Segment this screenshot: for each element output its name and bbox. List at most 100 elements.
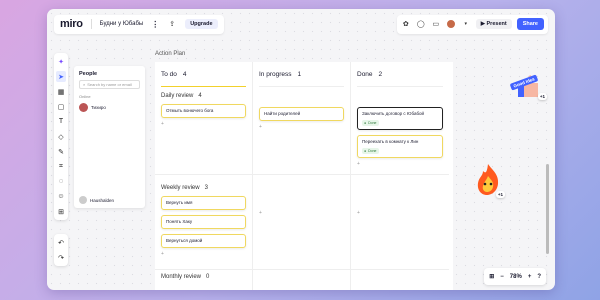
row-count: 4	[198, 93, 202, 99]
tag-label: Done	[368, 121, 377, 125]
add-card-icon[interactable]: +	[161, 121, 246, 127]
column-label: Done	[357, 70, 373, 78]
current-user-name: Haushalden	[90, 197, 115, 203]
fire-sticker[interactable]: +1	[473, 162, 505, 198]
row-divider	[155, 174, 252, 175]
zoom-controls: ⊞ − 78% + ?	[484, 268, 546, 285]
left-toolbar: ✦ ➤ ▦ ▢ T ◇ ✎ ⌗ ◌ ☺ ⊞	[54, 53, 68, 220]
row-header-weekly: Weekly review 3	[161, 185, 246, 191]
chat-icon[interactable]: ◯	[416, 19, 426, 29]
video-call-icon[interactable]: ▭	[431, 19, 441, 29]
avatar	[79, 196, 87, 204]
column-count: 4	[182, 70, 187, 78]
column-label: To do	[161, 70, 177, 78]
people-title: People	[79, 71, 98, 77]
zoom-in-icon[interactable]: +	[528, 274, 532, 280]
user-avatar[interactable]	[445, 19, 456, 29]
minimap-icon[interactable]: ⊞	[489, 273, 494, 280]
add-card-icon[interactable]: +	[357, 210, 360, 216]
help-icon[interactable]: ?	[537, 274, 541, 280]
search-placeholder: Search by name or email	[87, 82, 132, 87]
templates-icon[interactable]: ▦	[56, 86, 66, 97]
row-divider	[253, 269, 350, 270]
card[interactable]: Переехать в комнату к Лин ● Done	[357, 135, 443, 158]
board-header: miro Будни у Юбабы ⋮ ⇪ Upgrade	[54, 14, 224, 34]
reaction-count-badge: +1	[495, 191, 505, 198]
card[interactable]: Заключить договор с Юбабой ● Done	[357, 107, 443, 130]
column-header[interactable]: In progress 1	[259, 62, 344, 87]
upgrade-button[interactable]: Upgrade	[185, 19, 218, 29]
zoom-level[interactable]: 78%	[510, 274, 522, 280]
reactions-icon[interactable]: ✿	[401, 19, 411, 29]
search-icon: ⌕	[83, 82, 86, 87]
miro-logo[interactable]: miro	[60, 18, 83, 30]
row-count: 3	[204, 185, 208, 191]
add-card-icon[interactable]: +	[357, 161, 443, 167]
board-title: Action Plan	[155, 51, 186, 57]
card[interactable]: Вернуть имя	[161, 196, 246, 210]
current-user[interactable]: Haushalden	[79, 196, 114, 204]
status-badge: ● Done	[362, 120, 379, 126]
add-card-icon[interactable]: +	[259, 210, 262, 216]
people-search-input[interactable]: ⌕ Search by name or email	[79, 80, 140, 89]
redo-icon[interactable]: ↷	[56, 252, 66, 263]
row-divider	[351, 269, 449, 270]
card[interactable]: Понять Хаку	[161, 215, 246, 229]
card-text: Переехать в комнату к Лин	[362, 139, 419, 144]
row-label: Weekly review	[161, 185, 200, 191]
card[interactable]: Вернуться домой	[161, 234, 246, 248]
add-card-icon[interactable]: +	[161, 251, 246, 257]
column-header[interactable]: Done 2	[357, 62, 443, 87]
frame-icon[interactable]: ⌗	[56, 161, 66, 172]
present-button[interactable]: ▶ Present	[475, 19, 512, 29]
person-name: Тихиро	[91, 105, 106, 110]
magic-icon[interactable]: ✦	[56, 56, 66, 67]
undo-icon[interactable]: ↶	[56, 237, 66, 248]
column-in-progress: In progress 1 Найти родителей + +	[253, 62, 351, 290]
row-header-daily: Daily review 4	[161, 93, 246, 99]
check-icon: ●	[364, 121, 367, 125]
divider	[90, 19, 92, 29]
pen-icon[interactable]: ✎	[56, 146, 66, 157]
more-options-icon[interactable]: ⋮	[151, 20, 159, 29]
avatar	[79, 103, 88, 112]
board-name[interactable]: Будни у Юбабы	[100, 21, 144, 27]
row-divider	[253, 174, 350, 175]
row-label: Daily review	[161, 93, 194, 99]
miro-app-window: miro Будни у Юбабы ⋮ ⇪ Upgrade ✿ ◯ ▭ ▾ ▶…	[47, 9, 555, 290]
export-icon[interactable]: ⇪	[167, 19, 177, 29]
sticky-note-icon[interactable]: ▢	[56, 101, 66, 112]
row-divider	[155, 269, 252, 270]
vertical-scrollbar[interactable]	[546, 164, 549, 254]
column-count: 1	[297, 70, 302, 78]
select-tool-icon[interactable]: ➤	[56, 71, 66, 82]
chevron-down-icon[interactable]: ▾	[461, 19, 471, 29]
top-bar: miro Будни у Юбабы ⋮ ⇪ Upgrade ✿ ◯ ▭ ▾ ▶…	[47, 9, 555, 39]
tag-label: Done	[368, 149, 377, 153]
add-card-icon[interactable]: +	[259, 124, 344, 130]
comment-icon[interactable]: ◌	[56, 176, 66, 187]
card[interactable]: Найти родителей	[259, 107, 344, 121]
text-tool-icon[interactable]: T	[56, 116, 66, 127]
row-count: 0	[206, 274, 210, 280]
column-header[interactable]: To do 4	[161, 62, 246, 87]
reaction-count-badge: +1	[537, 93, 547, 100]
column-label: In progress	[259, 70, 292, 78]
online-person[interactable]: Тихиро	[79, 103, 140, 112]
people-panel: People ⌕ Search by name or email Online …	[74, 66, 145, 208]
add-more-icon[interactable]: ⊞	[56, 206, 66, 217]
undo-redo-bar: ↶ ↷	[54, 234, 68, 266]
good-idea-sticker[interactable]: Good Idea +1	[509, 71, 547, 101]
row-header-monthly: Monthly review 0	[161, 274, 246, 280]
weekly-section: Weekly review 3 Вернуть имя Понять Хаку …	[161, 179, 246, 257]
emoji-icon[interactable]: ☺	[56, 191, 66, 202]
kanban-board: To do 4 Daily review 4 Отмыть вонючего б…	[155, 62, 453, 290]
shapes-icon[interactable]: ◇	[56, 131, 66, 142]
card-text: Заключить договор с Юбабой	[362, 111, 425, 116]
check-icon: ●	[364, 149, 367, 153]
card[interactable]: Отмыть вонючего бога	[161, 104, 246, 118]
online-label: Online	[79, 94, 91, 99]
monthly-section: Monthly review 0	[161, 274, 246, 280]
share-button[interactable]: Share	[516, 18, 544, 30]
zoom-out-icon[interactable]: −	[500, 274, 504, 280]
